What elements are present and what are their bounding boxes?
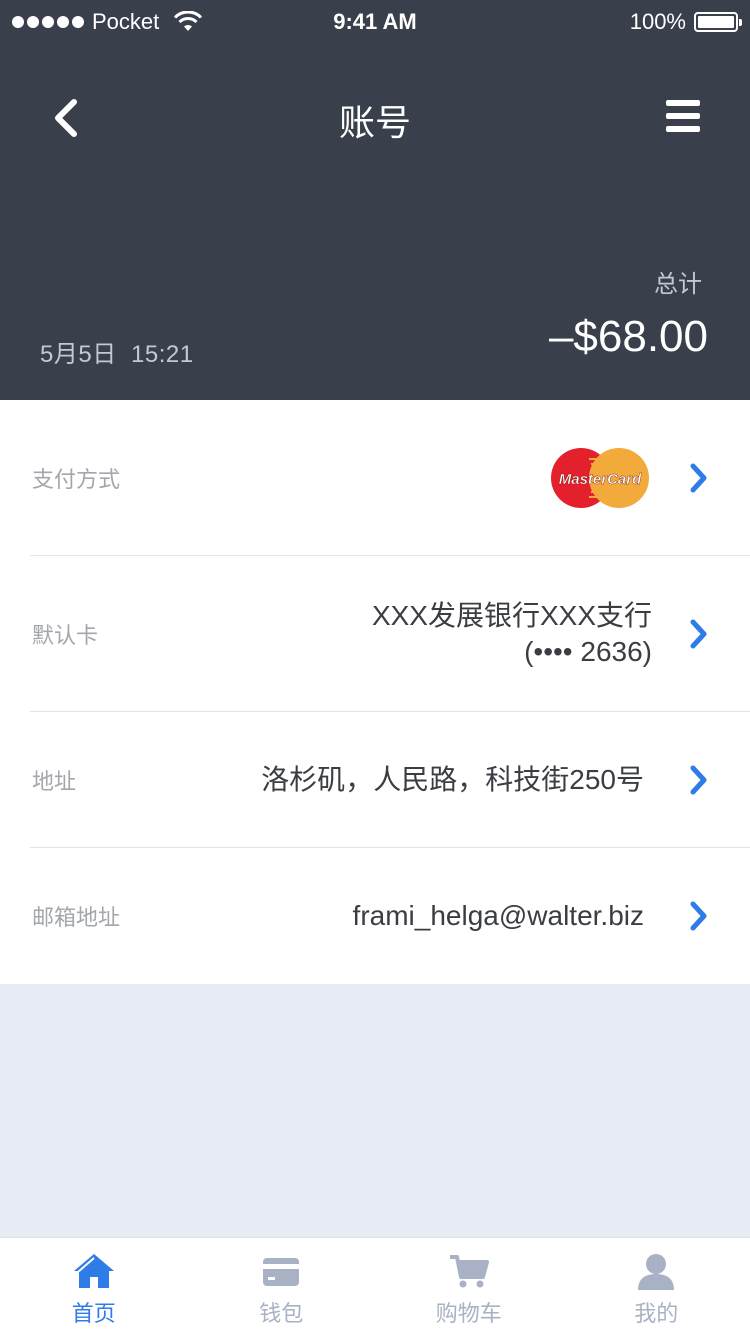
user-icon <box>638 1254 675 1290</box>
mastercard-logo-text: MasterCard <box>559 471 642 488</box>
total-label: 总计 <box>654 271 702 298</box>
hamburger-menu-icon[interactable] <box>666 100 700 134</box>
tab-bar: 首页 钱包 购物车 我的 <box>0 1237 750 1334</box>
tab-label: 首页 <box>71 1301 116 1326</box>
tab-label: 购物车 <box>435 1301 502 1326</box>
page-title: 账号 <box>338 102 411 143</box>
chevron-right-icon <box>690 901 707 931</box>
home-icon <box>73 1254 114 1288</box>
tab-home[interactable]: 首页 <box>0 1238 188 1334</box>
chevron-right-icon <box>690 463 707 493</box>
tab-wallet[interactable]: 钱包 <box>188 1238 376 1334</box>
transaction-date: 5月5日 15:21 <box>40 341 194 368</box>
payment-method-row[interactable]: 支付方式 MasterCard <box>0 400 750 556</box>
battery-icon <box>694 12 742 32</box>
row-label: 邮箱地址 <box>32 905 121 930</box>
tab-label: 我的 <box>634 1301 679 1326</box>
row-value: XXX发展银行XXX支行 (•••• 2636) <box>372 598 652 670</box>
chevron-right-icon <box>690 619 707 649</box>
battery-percent: 100% <box>629 9 686 34</box>
status-right: 100% <box>629 9 742 35</box>
address-value: 洛杉矶，人民路，科技街250号 <box>261 764 644 795</box>
total-amount: –$68.00 <box>548 312 708 361</box>
tab-label: 钱包 <box>259 1301 304 1326</box>
tab-profile[interactable]: 我的 <box>563 1238 750 1334</box>
status-bar: Pocket 9:41 AM 100% <box>0 0 750 44</box>
mastercard-logo-icon: MasterCard <box>551 448 649 508</box>
header: Pocket 9:41 AM 100% 账号 总计 5月5日 15:21 –$6… <box>0 0 750 400</box>
row-label: 地址 <box>32 769 77 794</box>
bank-name: XXX发展银行XXX支行 <box>371 600 652 631</box>
card-number: (•••• 2636) <box>524 636 652 667</box>
tab-cart[interactable]: 购物车 <box>375 1238 563 1334</box>
default-card-row[interactable]: 默认卡 XXX发展银行XXX支行 (•••• 2636) <box>0 556 750 712</box>
email-row[interactable]: 邮箱地址 frami_helga@walter.biz <box>0 848 750 984</box>
wallet-card-icon <box>263 1258 300 1286</box>
row-label: 默认卡 <box>32 623 99 648</box>
details-list: 支付方式 MasterCard 默认卡 XXX发展银行XXX支行 (•••• 2… <box>0 400 750 984</box>
email-value: frami_helga@walter.biz <box>352 900 644 931</box>
address-row[interactable]: 地址 洛杉矶，人民路，科技街250号 <box>0 712 750 848</box>
cart-icon <box>449 1255 489 1288</box>
chevron-right-icon <box>690 765 707 795</box>
row-label: 支付方式 <box>32 467 121 492</box>
